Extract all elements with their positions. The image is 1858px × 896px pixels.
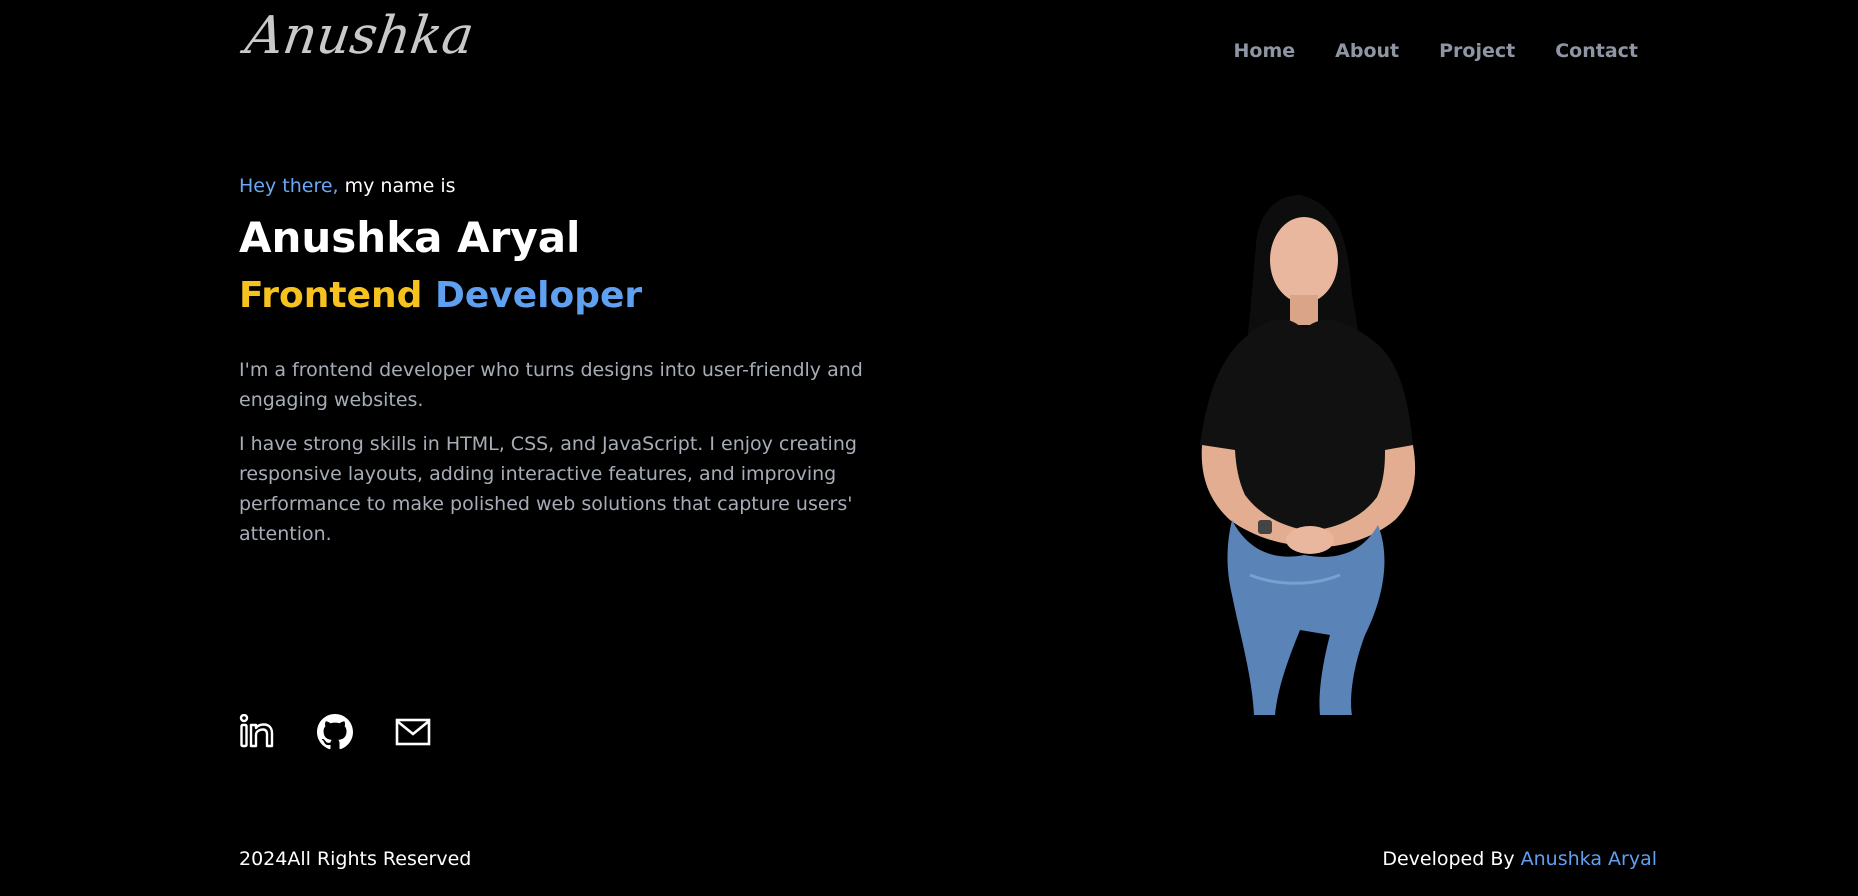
main-nav: Home About Project Contact bbox=[1234, 40, 1638, 62]
greeting-rest: my name is bbox=[338, 175, 456, 197]
greeting: Hey there, my name is bbox=[239, 175, 939, 197]
greeting-accent: Hey there, bbox=[239, 175, 339, 197]
hero-description: I'm a frontend developer who turns desig… bbox=[239, 355, 919, 549]
linkedin-icon[interactable] bbox=[239, 713, 275, 750]
logo[interactable]: Anushka bbox=[242, 6, 478, 66]
copyright-text: 2024All Rights Reserved bbox=[239, 848, 472, 870]
hero-section: Hey there, my name is Anushka Aryal Fron… bbox=[239, 175, 939, 563]
social-links bbox=[239, 713, 431, 750]
developer-credit: Developed By Anushka Aryal bbox=[1382, 848, 1657, 870]
nav-about[interactable]: About bbox=[1335, 40, 1399, 62]
nav-project[interactable]: Project bbox=[1439, 40, 1515, 62]
description-paragraph-2: I have strong skills in HTML, CSS, and J… bbox=[239, 432, 857, 545]
description-paragraph-1: I'm a frontend developer who turns desig… bbox=[239, 358, 863, 411]
hero-role: Frontend Developer bbox=[239, 275, 939, 316]
credit-prefix: Developed By bbox=[1382, 848, 1521, 870]
nav-contact[interactable]: Contact bbox=[1555, 40, 1638, 62]
role-developer: Developer bbox=[434, 275, 643, 317]
nav-home[interactable]: Home bbox=[1234, 40, 1296, 62]
page: Anushka Home About Project Contact Hey t… bbox=[0, 0, 1858, 896]
role-frontend: Frontend bbox=[239, 275, 423, 317]
github-icon[interactable] bbox=[317, 714, 353, 750]
credit-author-link[interactable]: Anushka Aryal bbox=[1521, 848, 1657, 870]
profile-photo bbox=[1180, 175, 1470, 715]
mail-icon[interactable] bbox=[395, 714, 431, 750]
hero-name: Anushka Aryal bbox=[239, 213, 581, 262]
